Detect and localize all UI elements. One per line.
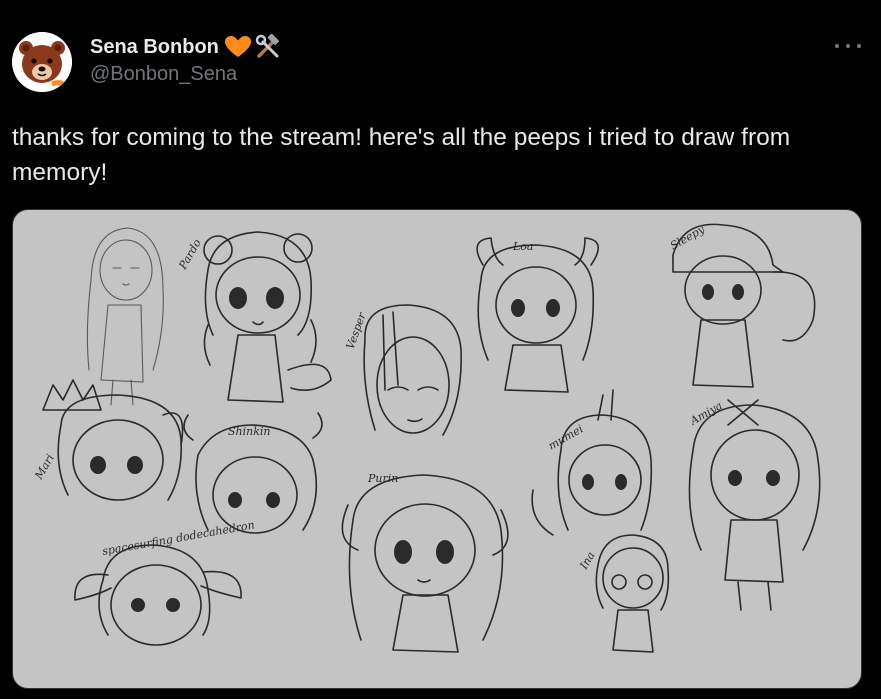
- sketch-character-9: mumei: [531, 389, 653, 536]
- svg-text:Pardo: Pardo: [176, 237, 204, 273]
- bear-avatar-icon: [12, 32, 72, 92]
- sketch-character-5: Sleepy: [668, 222, 816, 388]
- tweet-image[interactable]: Pardo Vesper Loa Sleepy Mari Shinkin Pur…: [12, 209, 862, 689]
- sketch-character-4: Loa: [476, 237, 599, 393]
- sketch-drawing: Pardo Vesper Loa Sleepy Mari Shinkin Pur…: [32, 222, 821, 653]
- sketch-character-11: Ina: [577, 534, 670, 653]
- name-row: Sena Bonbon: [90, 33, 283, 61]
- sketch-character-8: Purin: [341, 472, 509, 653]
- avatar[interactable]: [12, 32, 72, 92]
- orange-heart-icon: [223, 34, 253, 60]
- svg-text:Amiya: Amiya: [687, 399, 724, 428]
- svg-text:Mari: Mari: [32, 452, 57, 482]
- tweet-text: thanks for coming to the stream! here's …: [12, 124, 791, 186]
- svg-text:spacesurfing dodecahedron: spacesurfing dodecahedron: [101, 518, 255, 558]
- svg-text:Shinkin: Shinkin: [228, 425, 271, 438]
- hammer-wrench-icon: [253, 33, 283, 60]
- sketch-character-6: Mari: [32, 379, 184, 501]
- handle[interactable]: @Bonbon_Sena: [90, 63, 283, 86]
- sketch-character-10: Amiya: [687, 399, 821, 611]
- sketch-character-12: spacesurfing dodecahedron: [74, 518, 256, 646]
- sketch-character-3: Vesper: [344, 304, 462, 436]
- dot-icon: [857, 44, 861, 48]
- display-name[interactable]: Sena Bonbon: [90, 36, 219, 59]
- svg-text:Purin: Purin: [367, 472, 398, 485]
- author-block: Sena Bonbon @Bonbon_Sena: [90, 33, 283, 86]
- dot-icon: [846, 44, 850, 48]
- svg-text:mumei: mumei: [546, 422, 585, 452]
- sketch-character-1: [86, 227, 164, 406]
- sketch-character-7: Shinkin: [183, 412, 323, 534]
- svg-text:Ina: Ina: [577, 549, 598, 572]
- dot-icon: [835, 44, 839, 48]
- tweet: Sena Bonbon @Bonbon_Sena thanks for comi…: [0, 0, 881, 699]
- svg-text:Loa: Loa: [512, 240, 534, 253]
- more-options-button[interactable]: [835, 36, 861, 56]
- svg-text:Sleepy: Sleepy: [668, 222, 708, 252]
- sketch-character-2: Pardo: [176, 231, 332, 403]
